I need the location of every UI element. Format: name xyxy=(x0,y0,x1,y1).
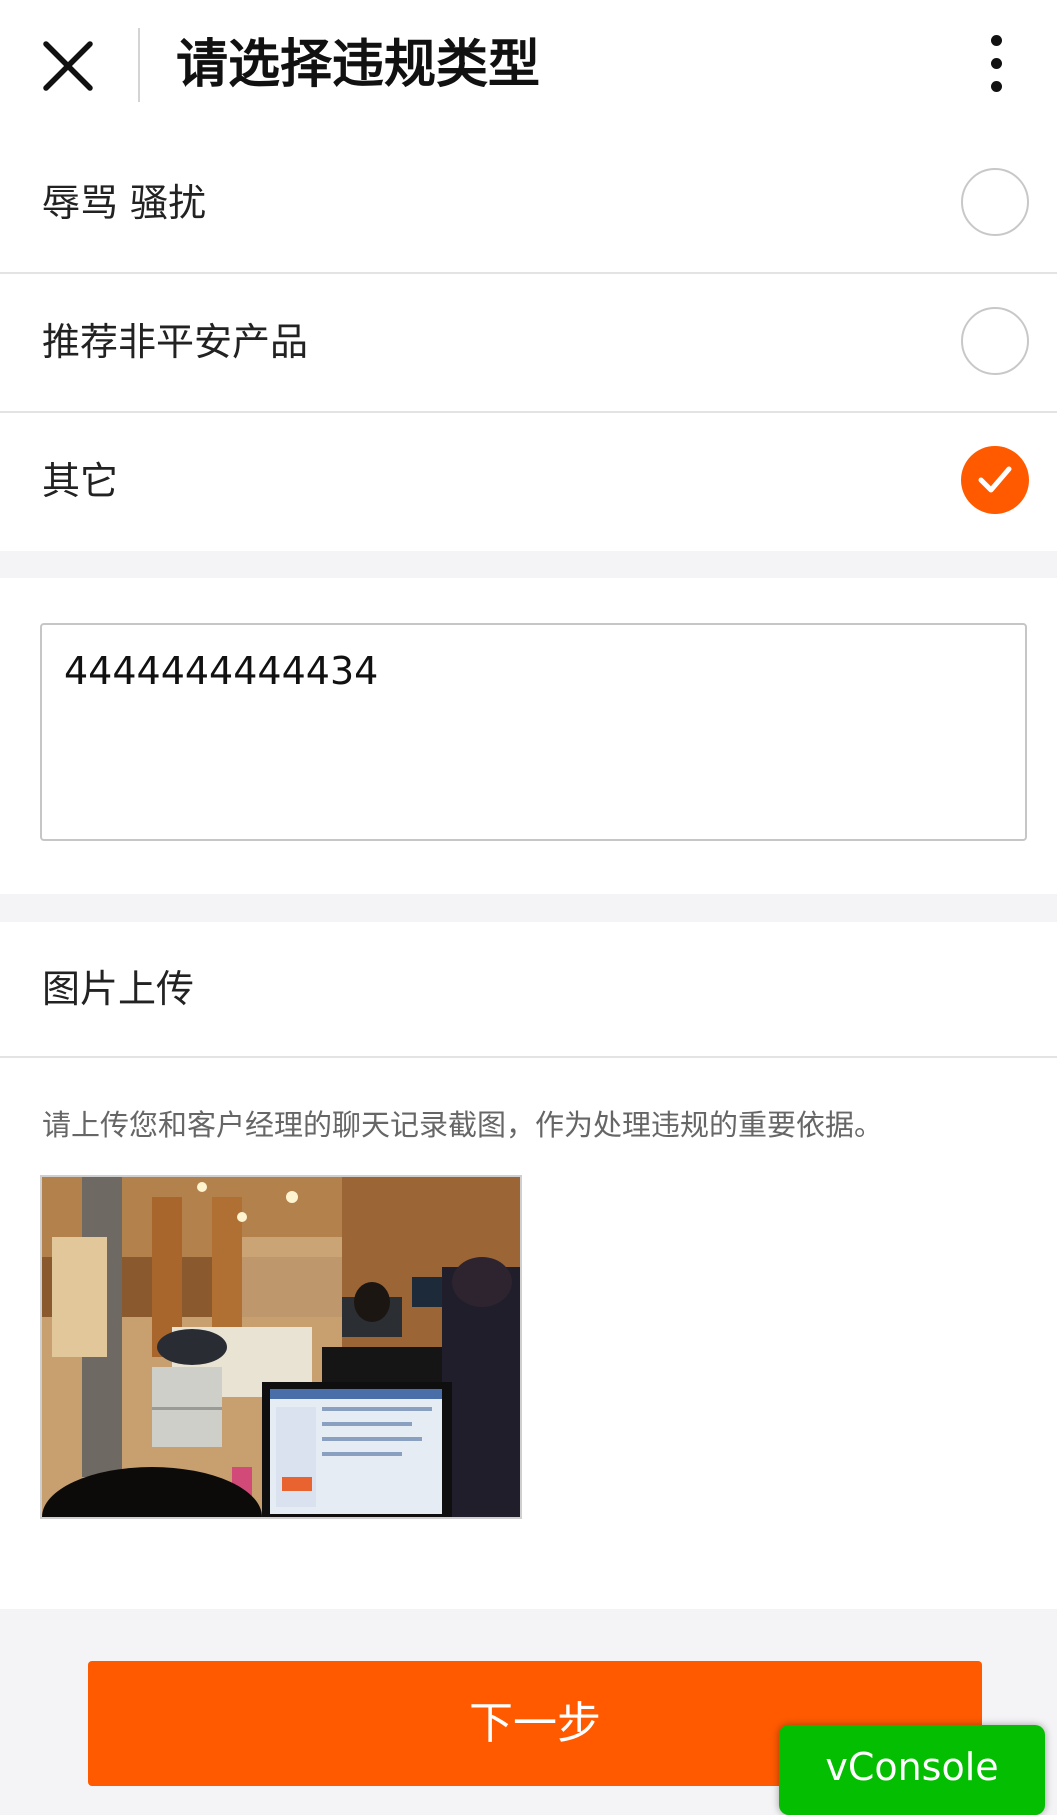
radio-checked-icon[interactable] xyxy=(961,446,1029,514)
option-other[interactable]: 其它 xyxy=(0,413,1057,551)
radio-unchecked-icon[interactable] xyxy=(961,307,1029,375)
upload-title: 图片上传 xyxy=(42,967,195,1011)
violation-type-list: 辱骂 骚扰 推荐非平安产品 其它 xyxy=(0,135,1057,551)
option-insult-harassment[interactable]: 辱骂 骚扰 xyxy=(0,135,1057,274)
more-vertical-icon xyxy=(991,35,1002,46)
office-photo-image xyxy=(42,1177,520,1517)
header-divider xyxy=(138,28,140,102)
top-bar: 请选择违规类型 xyxy=(0,0,1057,135)
upload-hint: 请上传您和客户经理的聊天记录截图，作为处理违规的重要依据。 xyxy=(42,1108,884,1142)
close-icon xyxy=(43,41,93,91)
page-title: 请选择违规类型 xyxy=(176,35,541,95)
radio-unchecked-icon[interactable] xyxy=(961,168,1029,236)
description-section: 4444444444434 xyxy=(0,578,1057,894)
option-label: 其它 xyxy=(42,459,119,503)
more-button[interactable] xyxy=(984,32,1008,96)
description-textarea[interactable]: 4444444444434 xyxy=(40,623,1027,841)
divider xyxy=(0,1056,1057,1058)
option-non-pingan-product[interactable]: 推荐非平安产品 xyxy=(0,274,1057,413)
option-label: 辱骂 骚扰 xyxy=(42,181,207,225)
checkmark-icon xyxy=(978,466,1012,493)
option-label: 推荐非平安产品 xyxy=(42,320,309,364)
close-button[interactable] xyxy=(40,36,96,96)
upload-section: 图片上传 请上传您和客户经理的聊天记录截图，作为处理违规的重要依据。 xyxy=(0,922,1057,1609)
vconsole-button[interactable]: vConsole xyxy=(779,1725,1045,1815)
uploaded-image-thumbnail[interactable] xyxy=(40,1175,522,1519)
